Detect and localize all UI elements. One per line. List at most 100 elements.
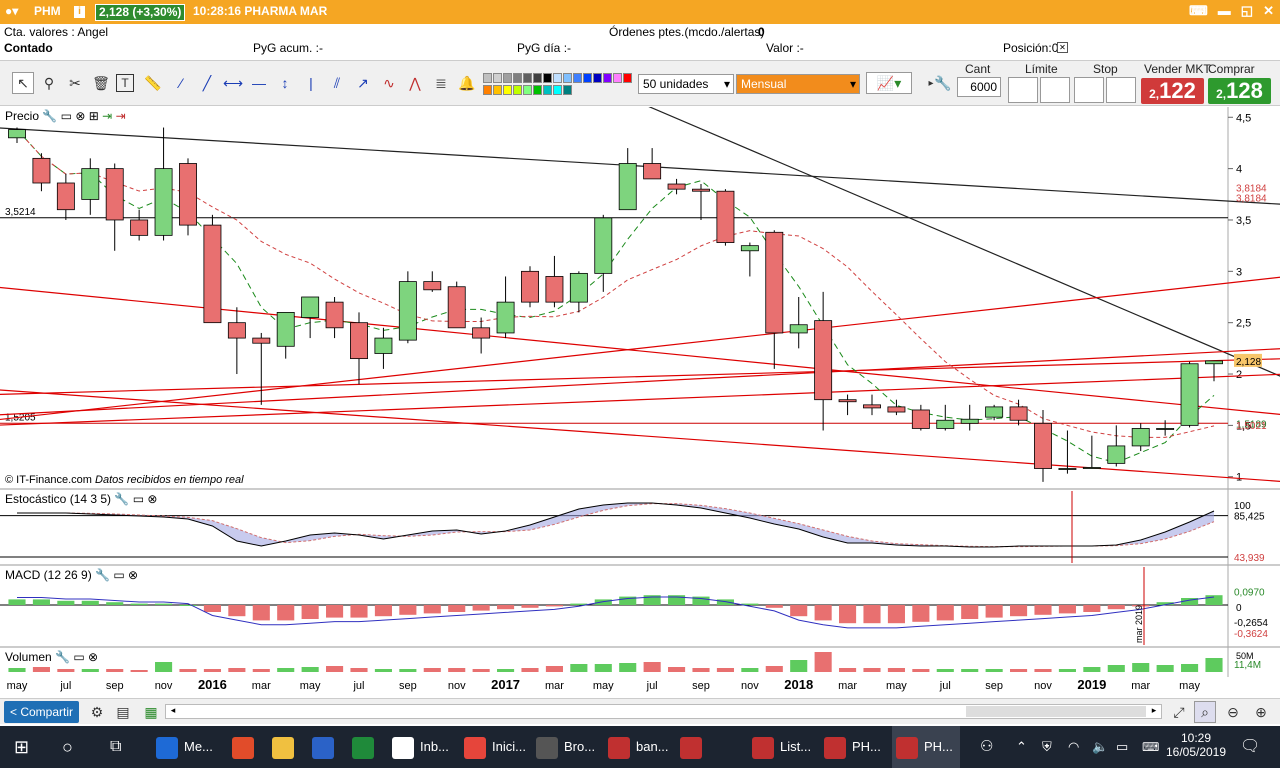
taskbar-app[interactable]: Inb... [388, 726, 456, 768]
color-swatch[interactable] [483, 85, 492, 95]
scroll-right-icon[interactable]: ▸ [1147, 705, 1161, 718]
color-swatch[interactable] [563, 85, 572, 95]
window-icon[interactable]: ▭ [133, 492, 144, 506]
taskbar-app[interactable]: ban... [604, 726, 672, 768]
export-icon[interactable]: ⇥ [102, 109, 112, 123]
share-button[interactable]: < Compartir [4, 701, 79, 723]
color-swatch[interactable] [603, 73, 612, 83]
keyboard-icon[interactable]: ⌨ [1189, 3, 1208, 19]
fibonacci-icon[interactable]: ≣ [430, 72, 452, 94]
wrench-icon[interactable]: 🔧 [42, 109, 57, 123]
wave-icon[interactable]: ∿ [378, 72, 400, 94]
document-icon[interactable]: ▤ [112, 701, 134, 723]
info-icon[interactable]: i [74, 6, 85, 18]
color-swatch[interactable] [483, 73, 492, 83]
taskbar-app[interactable]: Me... [152, 726, 220, 768]
close-icon[interactable]: ⊗ [128, 568, 138, 582]
color-swatch[interactable] [543, 73, 552, 83]
color-swatch[interactable] [613, 73, 622, 83]
pointer-icon[interactable]: ↖ [12, 72, 34, 94]
color-palette[interactable] [482, 72, 634, 96]
taskbar-app[interactable]: List... [748, 726, 816, 768]
ruler-icon[interactable]: 📏 [142, 72, 164, 94]
add-icon[interactable]: ⊞ [89, 109, 99, 123]
color-swatch[interactable] [553, 85, 562, 95]
close-icon[interactable]: ⊗ [75, 109, 85, 123]
clock[interactable]: 10:29 16/05/2019 [1163, 731, 1229, 759]
tools-icon[interactable]: ✂ [64, 72, 86, 94]
window-icon[interactable]: ▭ [61, 109, 72, 123]
people-icon[interactable]: ⚇ [980, 726, 993, 768]
zoom-in-icon[interactable]: ⊕ [1250, 701, 1272, 723]
volume-icon[interactable]: 🔈 [1092, 726, 1108, 768]
color-swatch[interactable] [583, 73, 592, 83]
tray-chevron-icon[interactable]: ⌃ [1016, 726, 1027, 768]
zoom-out-icon[interactable]: ⊖ [1222, 701, 1244, 723]
color-swatch[interactable] [573, 73, 582, 83]
fit-icon[interactable]: ⤢ [1168, 701, 1190, 723]
horizontal-line-icon[interactable]: — [248, 72, 270, 94]
windows-start-icon[interactable]: ⊞ [14, 726, 38, 768]
close-icon[interactable]: ✕ [1263, 3, 1274, 19]
trendline-icon[interactable]: ⁄ [170, 72, 192, 94]
wifi-icon[interactable]: ◠ [1068, 726, 1079, 768]
channel-icon[interactable]: ⫽ [326, 72, 348, 94]
taskbar-app[interactable]: Inici... [460, 726, 528, 768]
horizontal-segment-icon[interactable]: ⟷ [222, 72, 244, 94]
units-select[interactable]: 50 unidades ▾ [638, 74, 734, 94]
stop-sell-button[interactable] [1106, 77, 1136, 103]
chart-type-icon[interactable]: 📈▾ [866, 72, 912, 94]
color-swatch[interactable] [563, 73, 572, 83]
limit-buy-button[interactable] [1008, 77, 1038, 103]
settings-icon[interactable]: ⚙ [86, 701, 108, 723]
window-icon[interactable]: ▭ [73, 650, 84, 664]
color-swatch[interactable] [543, 85, 552, 95]
zoom-icon[interactable]: ⚲ [38, 72, 60, 94]
color-swatch[interactable] [503, 85, 512, 95]
trash-icon[interactable]: 🗑 [90, 72, 112, 94]
color-swatch[interactable] [493, 73, 502, 83]
vertical-segment-icon[interactable]: ↕ [274, 72, 296, 94]
wrench-icon[interactable]: 🔧 [95, 568, 110, 582]
export-red-icon[interactable]: ⇥ [116, 109, 126, 123]
position-close-icon[interactable]: ✕ [1057, 42, 1068, 53]
color-swatch[interactable] [493, 85, 502, 95]
restore-icon[interactable]: ◱ [1241, 3, 1253, 19]
taskbar-app[interactable]: Bro... [532, 726, 600, 768]
arrow-line-icon[interactable]: ↗ [352, 72, 374, 94]
color-swatch[interactable] [523, 85, 532, 95]
wrench-icon[interactable]: 🔧 [55, 650, 70, 664]
period-select[interactable]: Mensual ▾ [736, 74, 860, 94]
quantity-input[interactable]: 6000 [957, 77, 1001, 97]
color-swatch[interactable] [513, 73, 522, 83]
wrench-icon[interactable]: 🔧 [932, 72, 954, 94]
language-icon[interactable]: ⌨ [1142, 726, 1159, 768]
shield-icon[interactable]: ⛨ [1042, 726, 1052, 768]
limit-sell-button[interactable] [1040, 77, 1070, 103]
color-swatch[interactable] [513, 85, 522, 95]
taskbar-app[interactable]: PH... [892, 726, 960, 768]
close-icon[interactable]: ⊗ [88, 650, 98, 664]
window-icon[interactable]: ▭ [113, 568, 124, 582]
scroll-thumb[interactable] [966, 706, 1146, 717]
menu-dropdown-icon[interactable]: ●▾ [5, 4, 18, 18]
color-swatch[interactable] [553, 73, 562, 83]
taskbar-app[interactable]: IBEX... [676, 726, 744, 768]
chart-svg[interactable]: 4,543,532,521,513,52141,52053,81843,8184… [0, 44, 1280, 697]
buy-mkt-button[interactable]: 2,128 [1208, 78, 1271, 104]
wrench-icon[interactable]: 🔧 [114, 492, 129, 506]
color-swatch[interactable] [593, 73, 602, 83]
vertical-line-icon[interactable]: | [300, 72, 322, 94]
chart-area[interactable]: 4,5 4 3,5 3 2,5 2 1,5 1 3,5214 1,5205 3,8184 3,8184… [0, 44, 1280, 697]
zoom-area-icon[interactable]: ⌕ [1194, 701, 1216, 723]
minimize-icon[interactable]: ▬ [1218, 3, 1231, 19]
sell-mkt-button[interactable]: 2,122 [1141, 78, 1204, 104]
ray-line-icon[interactable]: ╱ [196, 72, 218, 94]
close-icon[interactable]: ⊗ [147, 492, 157, 506]
color-swatch[interactable] [533, 85, 542, 95]
zigzag-icon[interactable]: ⋀ [404, 72, 426, 94]
stop-buy-button[interactable] [1074, 77, 1104, 103]
taskbar-app[interactable]: PH... [820, 726, 888, 768]
color-swatch[interactable] [623, 73, 632, 83]
task-view-icon[interactable]: ⧉ [110, 726, 134, 768]
